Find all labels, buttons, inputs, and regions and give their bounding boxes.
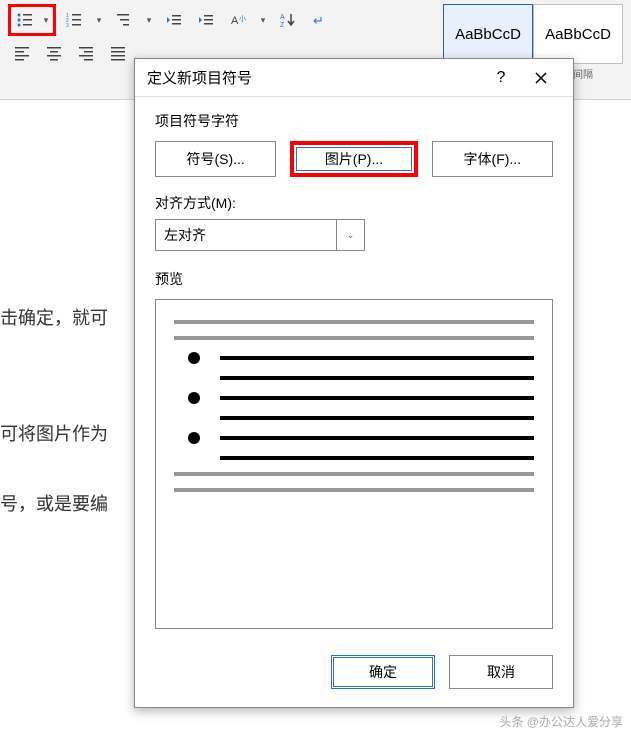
multilevel-icon (115, 11, 133, 29)
bullet-char-buttons: 符号(S)... 图片(P)... 字体(F)... (155, 141, 553, 177)
style-sample: AaBbCcD (545, 26, 611, 43)
bullets-dropdown[interactable]: ▾ (39, 7, 53, 33)
show-marks-button[interactable]: ↵ (306, 7, 334, 33)
svg-text:小: 小 (239, 14, 246, 23)
alignment-value: 左对齐 (164, 225, 206, 245)
asian-layout-icon: A 小 (229, 11, 247, 29)
help-button[interactable]: ? (481, 59, 521, 97)
asian-layout-dropdown[interactable]: ▾ (256, 7, 270, 33)
alignment-select[interactable]: 左对齐 ⌄ (155, 219, 365, 251)
pilcrow-icon: ↵ (311, 11, 329, 29)
watermark: 头条 @办公达人爱分享 (499, 713, 623, 730)
bullets-icon (16, 11, 34, 29)
preview-label: 预览 (155, 269, 553, 289)
align-justify-icon (109, 44, 127, 62)
style-sample: AaBbCcD (455, 26, 521, 43)
preview-line (174, 488, 534, 492)
dialog-body: 项目符号字符 符号(S)... 图片(P)... 字体(F)... 对齐方式(M… (135, 97, 573, 643)
align-right-button[interactable] (72, 40, 100, 66)
preview-bullet-line (220, 396, 534, 400)
sort-icon: A Z (279, 11, 297, 29)
preview-line (174, 336, 534, 340)
define-new-bullet-dialog: 定义新项目符号 ? 项目符号字符 符号(S)... 图片(P)... 字体(F)… (134, 58, 574, 708)
svg-text:A: A (280, 14, 285, 21)
select-arrow[interactable]: ⌄ (336, 220, 364, 250)
align-center-icon (45, 44, 63, 62)
numbering-dropdown[interactable]: ▾ (92, 7, 106, 33)
align-justify-button[interactable] (104, 40, 132, 66)
preview-bullet-row (174, 432, 534, 444)
bullets-button[interactable] (11, 7, 39, 33)
dialog-title: 定义新项目符号 (147, 67, 481, 88)
alignment-label: 对齐方式(M): (155, 193, 553, 213)
numbering-button[interactable]: 1 2 3 (60, 7, 88, 33)
preview-bullet-row (174, 352, 534, 364)
align-left-icon (13, 44, 31, 62)
chevron-down-icon: ⌄ (347, 230, 355, 241)
style-no-spacing[interactable]: AaBbCcD (533, 4, 623, 64)
bullets-button-highlight: ▾ (8, 4, 56, 36)
dialog-footer: 确定 取消 (135, 643, 573, 707)
bg-text-line: 可将图片作为 (0, 420, 108, 446)
bg-text-line: 号，或是要编 (0, 490, 108, 516)
multilevel-button[interactable] (110, 7, 138, 33)
picture-button[interactable]: 图片(P)... (290, 141, 417, 177)
bullet-char-section-label: 项目符号字符 (155, 111, 553, 131)
preview-box (155, 299, 553, 629)
decrease-indent-icon (165, 11, 183, 29)
close-icon (534, 71, 548, 85)
preview-bullet-line (220, 436, 534, 440)
bg-text-line: 击确定，就可 (0, 304, 108, 330)
bullet-dot-icon (188, 392, 200, 404)
dialog-titlebar: 定义新项目符号 ? (135, 59, 573, 97)
align-center-button[interactable] (40, 40, 68, 66)
asian-layout-button[interactable]: A 小 (224, 7, 252, 33)
numbering-icon: 1 2 3 (65, 11, 83, 29)
preview-line (174, 320, 534, 324)
sort-button[interactable]: A Z (274, 7, 302, 33)
align-right-icon (77, 44, 95, 62)
bullet-dot-icon (188, 432, 200, 444)
preview-bullet-line (220, 456, 534, 460)
svg-text:↵: ↵ (313, 13, 324, 28)
increase-indent-button[interactable] (192, 7, 220, 33)
font-button[interactable]: 字体(F)... (432, 141, 553, 177)
svg-text:Z: Z (280, 22, 285, 29)
preview-bullet-line (220, 416, 534, 420)
bullet-dot-icon (188, 352, 200, 364)
cancel-button[interactable]: 取消 (449, 655, 553, 689)
svg-text:3: 3 (66, 23, 69, 29)
style-normal[interactable]: AaBbCcD (443, 4, 533, 64)
increase-indent-icon (197, 11, 215, 29)
align-left-button[interactable] (8, 40, 36, 66)
symbol-button[interactable]: 符号(S)... (155, 141, 276, 177)
preview-bullet-line (220, 376, 534, 380)
preview-bullet-row (174, 392, 534, 404)
preview-bullet-line (220, 356, 534, 360)
ok-button[interactable]: 确定 (331, 655, 435, 689)
multilevel-dropdown[interactable]: ▾ (142, 7, 156, 33)
decrease-indent-button[interactable] (160, 7, 188, 33)
svg-text:A: A (231, 15, 239, 27)
preview-line (174, 472, 534, 476)
close-button[interactable] (521, 59, 561, 97)
